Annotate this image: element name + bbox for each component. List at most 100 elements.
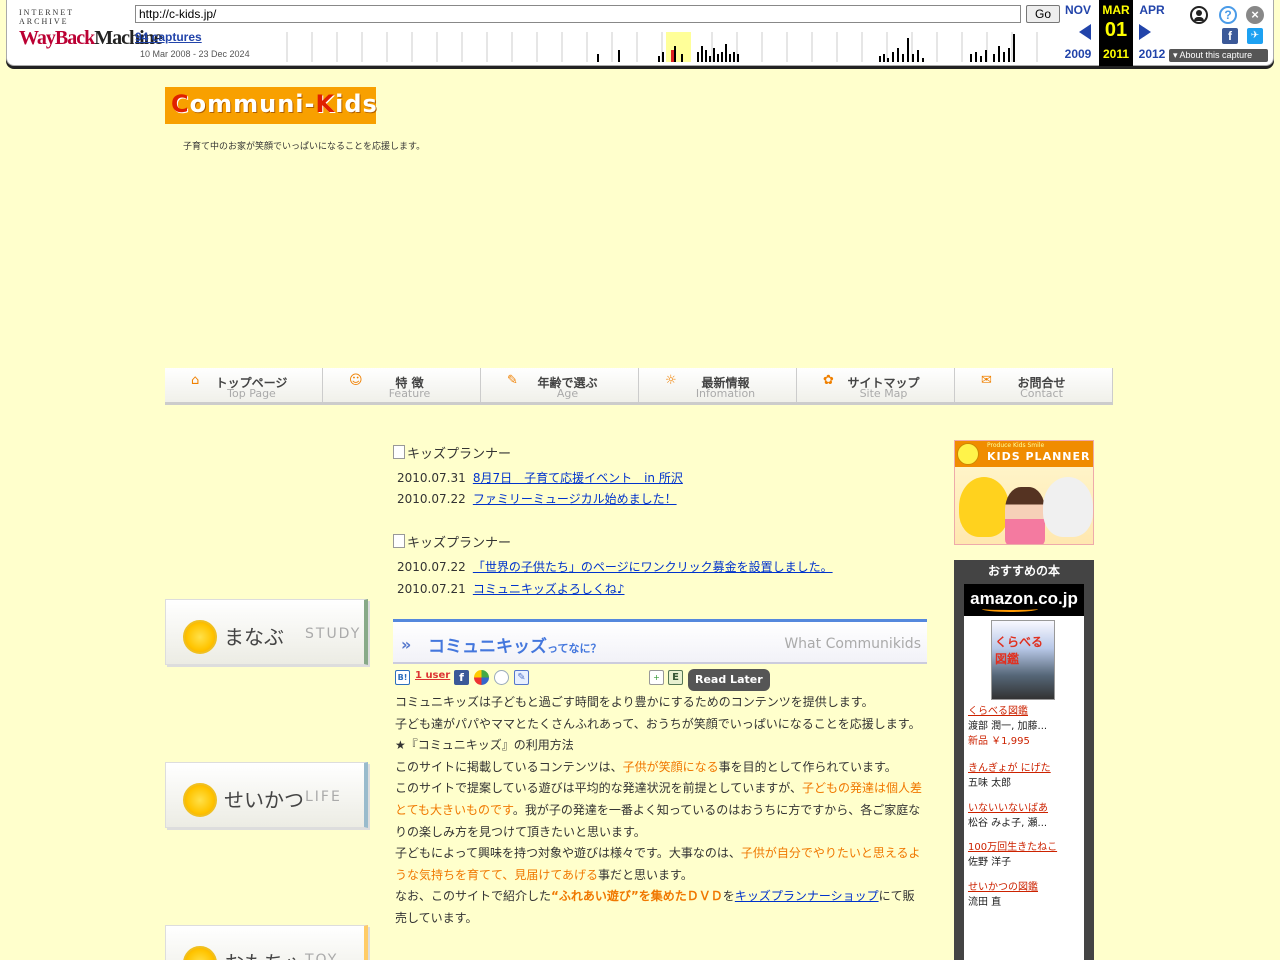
nav-label-en: Site Map — [859, 387, 908, 400]
news-link[interactable]: コミュニキッズよろしくね♪ — [473, 582, 625, 596]
book-item: いないいないばあ 松谷 みよ子, 瀬... — [968, 801, 1048, 831]
side-button-label-jp: せいかつ — [224, 788, 304, 812]
intro-paragraph: コミュニキッズは子どもと過ごす時間をより豊かにするためのコンテンツを提供します。 — [395, 695, 874, 709]
livedoor-clip-icon[interactable] — [494, 670, 509, 685]
about-capture-button[interactable]: ▾ About this capture — [1169, 49, 1268, 62]
intro-paragraph: 子ども達がパパやママとたくさんふれあって、おうちが笑顔でいっぱいになることを応援… — [395, 716, 921, 731]
side-button-study[interactable]: まなぶ STUDY — [165, 599, 368, 665]
child-photo-image — [1005, 487, 1045, 544]
orange-slice-icon — [183, 946, 217, 960]
book-cover-image[interactable]: くらべる図鑑 — [991, 620, 1055, 700]
next-year-label: 2012 — [1138, 47, 1166, 61]
facebook-share-icon[interactable]: f — [1222, 28, 1238, 44]
side-button-label-jp: まなぶ — [224, 625, 284, 649]
news-date: 2010.07.22 — [397, 492, 466, 506]
book-item: 100万回生きたねこ 佐野 洋子 — [968, 840, 1057, 870]
google-bookmark-icon[interactable] — [474, 670, 489, 685]
nav-information[interactable]: ☼ 最新情報 Infomation — [639, 368, 797, 405]
text-segment: このサイトに掲載しているコンテンツは、 — [395, 759, 623, 774]
logo-part-c: C — [171, 90, 190, 118]
news-item: 2010.07.31 8月7日 子育て応援イベント in 所沢 — [397, 469, 683, 486]
wayback-logo-main-1: WayBack — [19, 27, 95, 49]
news-link[interactable]: 「世界の子供たち」のページにワンクリック募金を設置しました。 — [473, 560, 833, 574]
wayback-toolbar: INTERNET ARCHIVE WayBackMachine Go 94 ca… — [6, 0, 1274, 66]
bookmark-users-link[interactable]: 1 user — [415, 670, 450, 681]
wayback-sparkline[interactable] — [285, 32, 1059, 62]
nav-site-map[interactable]: ✿ サイトマップ Site Map — [797, 368, 955, 405]
current-month-label: MAR — [1102, 3, 1130, 17]
read-later-button[interactable]: Read Later — [688, 669, 770, 691]
kids-planner-brand: KIDS PLANNER — [987, 450, 1091, 463]
double-chevron-icon: » — [401, 635, 412, 654]
wayback-logo[interactable]: INTERNET ARCHIVE WayBackMachine — [19, 8, 163, 52]
site-logo[interactable]: Communi-Kids — [165, 87, 378, 124]
recommended-books-widget: amazon.co.jp くらべる図鑑 くらべる図鑑 渡部 潤一, 加藤... … — [954, 584, 1094, 960]
news-date: 2010.07.21 — [397, 582, 466, 596]
side-button-label-en: STUDY — [305, 626, 362, 642]
book-title-link[interactable]: いないいないばあ — [968, 803, 1048, 814]
wayback-go-button[interactable]: Go — [1026, 5, 1060, 23]
site-logo-text: Communi-Kids — [171, 90, 378, 118]
nav-label-en: Top Page — [227, 387, 276, 400]
nav-top-page[interactable]: ⌂ トップページ Top Page — [165, 368, 323, 405]
twitter-share-icon[interactable]: ✈ — [1247, 28, 1263, 44]
news-item: 2010.07.21 コミュニキッズよろしくね♪ — [397, 580, 625, 597]
book-title-link[interactable]: きんぎょが にげた — [968, 763, 1051, 774]
wayback-url-input[interactable] — [135, 5, 1021, 23]
kids-planner-badge-icon — [957, 443, 979, 465]
kids-planner-shop-link[interactable]: キッズプランナーショップ — [735, 889, 879, 903]
news-link[interactable]: ファミリーミュージカル始めました！ — [473, 492, 677, 506]
nav-label-en: Age — [556, 387, 579, 400]
prev-capture-arrow-icon[interactable] — [1079, 24, 1091, 40]
kids-planner-tagline: Produce Kids Smile — [987, 442, 1045, 449]
highlight-text: “ふれあい遊び”を集めたＤＶＤ — [551, 889, 723, 904]
facebook-icon[interactable]: f — [454, 670, 469, 685]
side-button-toy[interactable]: おもちゃ TOY — [165, 925, 368, 960]
hatena-bookmark-icon[interactable]: B! — [395, 670, 410, 685]
what-banner-title: コミュニキッズってなに？ — [428, 632, 601, 657]
recommended-books-header: おすすめの本 — [954, 560, 1094, 584]
book-item: きんぎょが にげた 五味 太郎 — [968, 761, 1051, 791]
wayback-captures-link[interactable]: 94 captures — [135, 30, 202, 44]
intro-paragraph: このサイトに掲載しているコンテンツは、子供が笑顔になる事を目的として作られていま… — [395, 757, 925, 779]
nav-feature[interactable]: ☺ 特 徴 Feature — [323, 368, 481, 405]
text-segment: 事を目的として作られています。 — [718, 759, 897, 774]
intro-paragraph: このサイトで提案している遊びは平均的な発達状況を前提としていますが、子どもの発達… — [395, 778, 925, 843]
nav-contact[interactable]: ✉ お問合せ Contact — [955, 368, 1113, 405]
wayback-next-month[interactable]: APR 2012 — [1135, 0, 1169, 66]
sparkline-current-year — [666, 32, 691, 62]
side-button-label-jp: おもちゃ — [224, 947, 304, 960]
social-bookmark-bar: B! 1 user f ✎ + E Read Later — [395, 668, 927, 692]
current-year-label: 2011 — [1102, 47, 1130, 61]
news-link[interactable]: 8月7日 子育て応援イベント in 所沢 — [473, 471, 683, 485]
evernote-icon[interactable]: E — [668, 670, 683, 685]
intro-paragraph: なお、このサイトで紹介した“ふれあい遊び”を集めたＤＶＤをキッズプランナーショッ… — [395, 886, 925, 929]
kids-planner-banner[interactable]: Produce Kids Smile KIDS PLANNER — [954, 440, 1094, 545]
help-icon[interactable]: ? — [1219, 6, 1237, 24]
sparkline-current-capture — [671, 50, 674, 62]
wayback-current-capture: MAR 01 2011 — [1099, 0, 1133, 66]
add-clip-icon[interactable]: + — [649, 670, 664, 685]
what-banner-jp-small: ってなに？ — [547, 642, 602, 655]
book-author: 松谷 みよ子, 瀬... — [968, 818, 1048, 829]
nav-age[interactable]: ✎ 年齢で選ぶ Age — [481, 368, 639, 405]
book-title-link[interactable]: せいかつの図鑑 — [968, 882, 1038, 893]
wayback-capture-range: 10 Mar 2008 - 23 Dec 2024 — [140, 49, 250, 59]
book-author: 流田 直 — [968, 897, 1002, 908]
current-day-label: 01 — [1104, 19, 1128, 41]
prev-month-label: NOV — [1064, 3, 1091, 17]
side-button-life[interactable]: せいかつ LIFE — [165, 762, 368, 828]
user-account-icon[interactable] — [1190, 6, 1208, 24]
book-item: せいかつの図鑑 流田 直 — [968, 880, 1038, 910]
book-price: 新品 ￥1,995 — [968, 736, 1030, 747]
clip-icon[interactable]: ✎ — [514, 670, 529, 685]
logo-part-k: K — [315, 90, 336, 118]
close-icon[interactable]: × — [1246, 6, 1264, 24]
what-communikids-banner: » コミュニキッズってなに？ What Communikids — [393, 619, 927, 664]
news-date: 2010.07.31 — [397, 471, 466, 485]
amazon-logo[interactable]: amazon.co.jp — [964, 584, 1084, 616]
book-title-link[interactable]: 100万回生きたねこ — [968, 842, 1057, 853]
nav-label-en: Infomation — [695, 387, 756, 400]
book-title-link[interactable]: くらべる図鑑 — [968, 706, 1028, 717]
logo-part-ommuni: ommuni- — [189, 90, 316, 118]
